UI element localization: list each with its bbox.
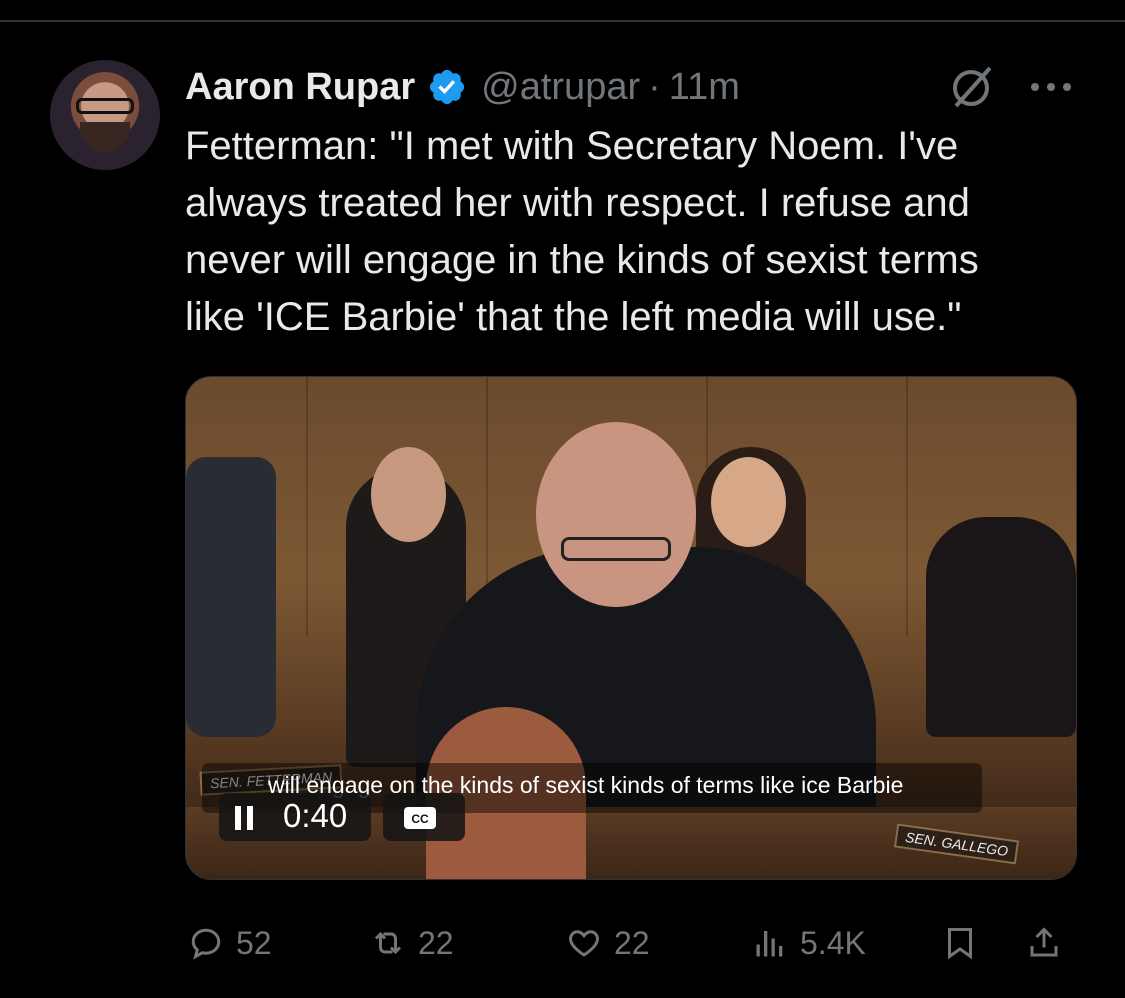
tweet-text-line: never will engage in the kinds of sexist… (185, 238, 979, 282)
closed-captions-icon[interactable]: CC (403, 806, 437, 830)
cc-label: CC (411, 812, 429, 826)
tweet-text-line: like 'ICE Barbie' that the left media wi… (185, 295, 962, 339)
heart-icon (569, 930, 599, 957)
tweet-text-line: Fetterman: "I met with Secretary Noem. I… (185, 124, 959, 168)
like-count: 22 (614, 924, 650, 961)
grok-icon[interactable] (946, 62, 996, 112)
person-man-left (186, 457, 276, 737)
views-button[interactable]: 5.4K (752, 925, 866, 961)
like-button[interactable]: 22 (566, 925, 650, 961)
reply-button[interactable]: 52 (188, 925, 272, 961)
post-time[interactable]: 11m (669, 66, 740, 109)
repost-count: 22 (418, 924, 454, 961)
author-name[interactable]: Aaron Rupar (185, 66, 415, 109)
person-face (711, 457, 786, 547)
person-face (371, 447, 446, 542)
video-time: 0:40 (283, 797, 348, 834)
tweet-header: Aaron Rupar @atrupar · 11m (185, 62, 740, 112)
views-icon (756, 931, 783, 957)
pause-icon[interactable] (233, 805, 255, 831)
separator-dot: · (648, 65, 661, 108)
speaker-head (536, 422, 696, 607)
avatar[interactable] (50, 60, 160, 170)
wall-panel (306, 377, 308, 637)
repost-icon (374, 931, 402, 955)
verified-badge-icon (430, 69, 465, 105)
speaker-glasses (561, 537, 671, 561)
author-handle[interactable]: @atrupar (481, 66, 640, 109)
repost-button[interactable]: 22 (370, 925, 454, 961)
bookmark-button[interactable] (942, 925, 990, 961)
bookmark-icon (948, 928, 972, 960)
top-divider (0, 20, 1125, 22)
wall-panel (906, 377, 908, 637)
more-icon[interactable] (1028, 72, 1074, 102)
avatar-beard (80, 122, 130, 152)
person-woman-right (926, 517, 1076, 737)
avatar-glasses (76, 98, 134, 114)
reply-icon (191, 928, 221, 960)
tweet-text: Fetterman: "I met with Secretary Noem. I… (185, 118, 1085, 346)
share-icon (1030, 927, 1058, 957)
share-button[interactable] (1026, 925, 1074, 961)
tweet-text-line: always treated her with respect. I refus… (185, 181, 970, 225)
view-count: 5.4K (800, 924, 866, 961)
reply-count: 52 (236, 924, 272, 961)
